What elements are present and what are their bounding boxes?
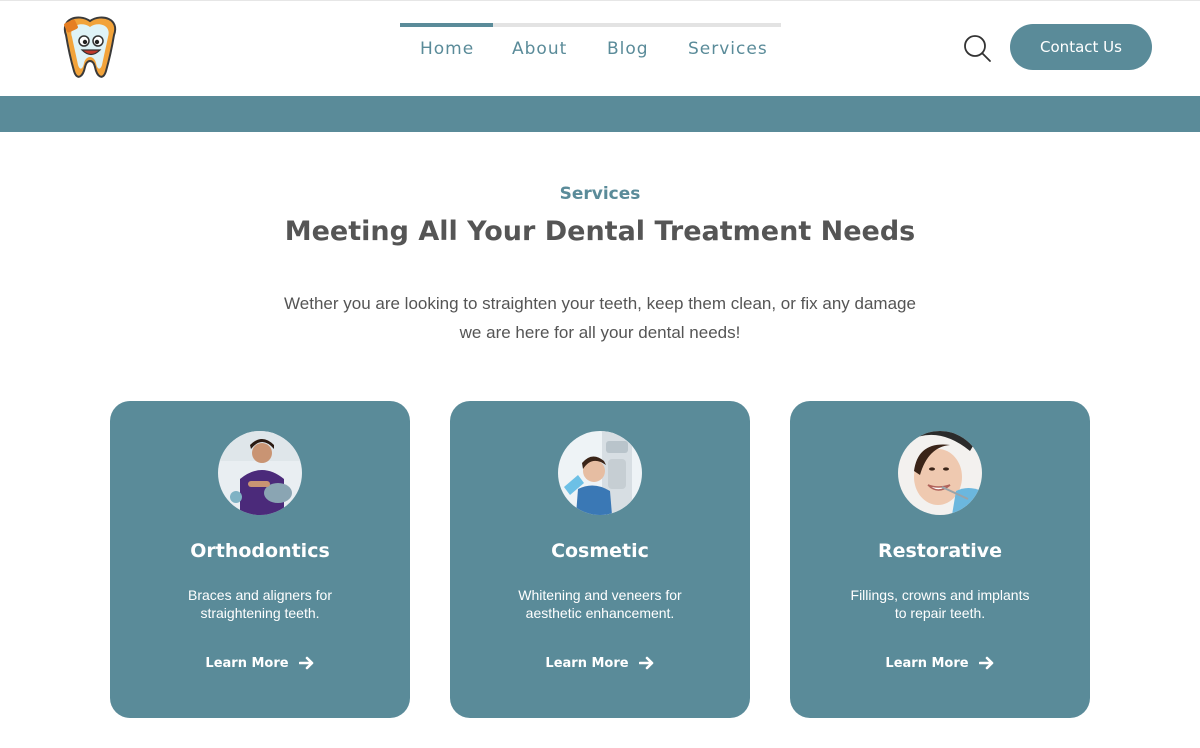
service-card-restorative: Restorative Fillings, crowns and implant… (790, 401, 1090, 718)
tooth-logo-icon[interactable] (56, 13, 124, 83)
nav-home[interactable]: Home (420, 39, 474, 59)
learn-more-link[interactable]: Learn More (110, 655, 410, 671)
search-icon[interactable] (962, 33, 992, 63)
learn-more-link[interactable]: Learn More (790, 655, 1090, 671)
arrow-right-icon (298, 655, 315, 671)
contact-us-button[interactable]: Contact Us (1010, 24, 1152, 70)
learn-more-link[interactable]: Learn More (450, 655, 750, 671)
color-band (0, 96, 1200, 132)
learn-more-label: Learn More (885, 655, 969, 671)
nav-about[interactable]: About (512, 39, 567, 59)
description-line-1: Wether you are looking to straighten you… (284, 294, 916, 313)
description-line-2: we are here for all your dental needs! (459, 323, 741, 342)
card-description: Braces and aligners for straightening te… (170, 586, 350, 622)
card-description: Whitening and veneers for aesthetic enha… (510, 586, 690, 622)
section-title: Meeting All Your Dental Treatment Needs (284, 216, 916, 247)
main-nav: Home About Blog Services (400, 23, 781, 73)
card-description-line-1: Whitening and veneers for (518, 587, 682, 603)
service-card-cosmetic: Cosmetic Whitening and veneers for aesth… (450, 401, 750, 718)
nav-active-indicator (400, 23, 493, 27)
card-description-line-2: aesthetic enhancement. (525, 605, 675, 621)
arrow-right-icon (978, 655, 995, 671)
arrow-right-icon (638, 655, 655, 671)
card-description-line-1: Fillings, crowns and implants (850, 587, 1030, 603)
card-description-line-2: straightening teeth. (200, 605, 320, 621)
card-description-line-2: to repair teeth. (894, 605, 986, 621)
card-description-line-1: Braces and aligners for (188, 587, 332, 603)
section-eyebrow: Services (559, 184, 641, 204)
patient-smiling-checkup-photo (898, 431, 982, 515)
learn-more-label: Learn More (545, 655, 629, 671)
patient-dental-xray-photo (558, 431, 642, 515)
nav-blog[interactable]: Blog (607, 39, 649, 59)
section-description: Wether you are looking to straighten you… (250, 289, 950, 347)
service-card-orthodontics: Orthodontics Braces and aligners for str… (110, 401, 410, 718)
site-header: Home About Blog Services Contact Us (0, 0, 1200, 96)
card-title: Cosmetic (551, 540, 649, 562)
card-description: Fillings, crowns and implants to repair … (850, 586, 1030, 622)
learn-more-label: Learn More (205, 655, 289, 671)
dentist-with-patient-photo (218, 431, 302, 515)
nav-services[interactable]: Services (688, 39, 768, 59)
card-title: Orthodontics (190, 540, 330, 562)
card-title: Restorative (877, 540, 1003, 562)
